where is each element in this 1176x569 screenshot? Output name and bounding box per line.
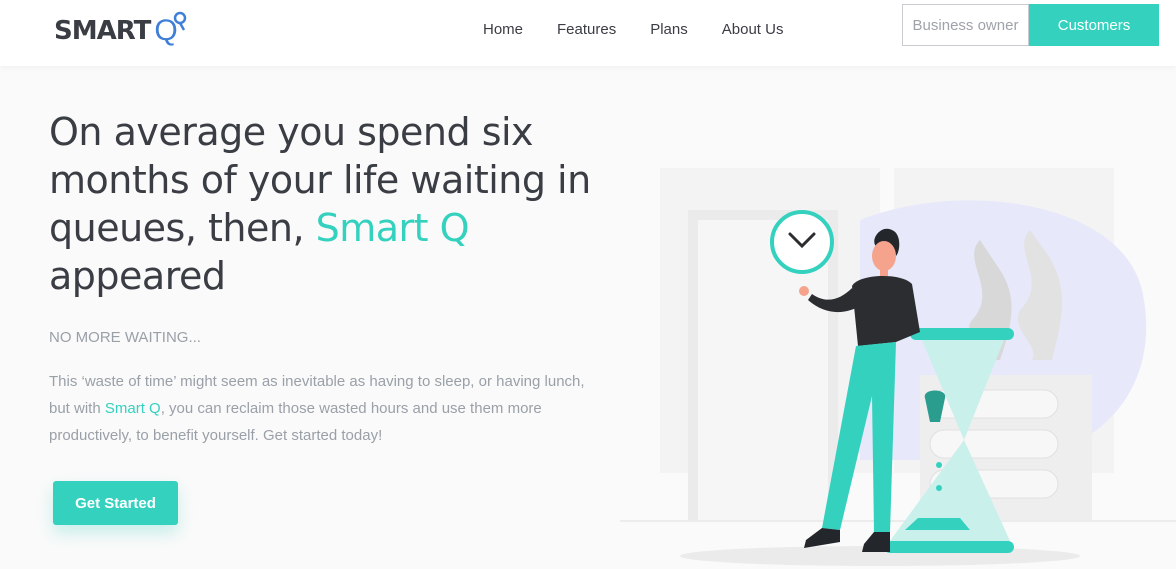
nav-about-us[interactable]: About Us	[722, 21, 784, 38]
desc-accent: Smart Q	[104, 400, 161, 417]
hero-illustration	[620, 168, 1176, 566]
logo-text: SMART	[54, 16, 151, 46]
hero-title-accent: Smart Q	[315, 206, 470, 250]
nav-features[interactable]: Features	[557, 21, 616, 38]
nav-plans[interactable]: Plans	[650, 21, 688, 38]
auth-buttons: Business owner Customers	[902, 4, 1159, 46]
get-started-button[interactable]: Get Started	[53, 481, 178, 525]
hero-description: This ‘waste of time’ might seem as inevi…	[49, 368, 594, 449]
magnifier-icon	[174, 11, 187, 31]
logo-q: Q	[154, 11, 187, 48]
hero-title-part2: appeared	[49, 254, 226, 298]
floor-line	[620, 520, 1176, 522]
hero-title: On average you spend six months of your …	[49, 108, 609, 300]
main-nav: Home Features Plans About Us	[483, 21, 783, 38]
hero-tagline: NO MORE WAITING...	[49, 329, 201, 346]
logo[interactable]: SMART Q	[54, 11, 187, 50]
nav-home[interactable]: Home	[483, 21, 523, 38]
site-header: SMART Q Home Features Plans About Us Bus…	[0, 0, 1176, 66]
cabinet-drawer	[929, 429, 1059, 459]
customers-button[interactable]: Customers	[1029, 4, 1159, 46]
clock-icon	[770, 210, 834, 274]
business-owner-button[interactable]: Business owner	[902, 4, 1029, 46]
